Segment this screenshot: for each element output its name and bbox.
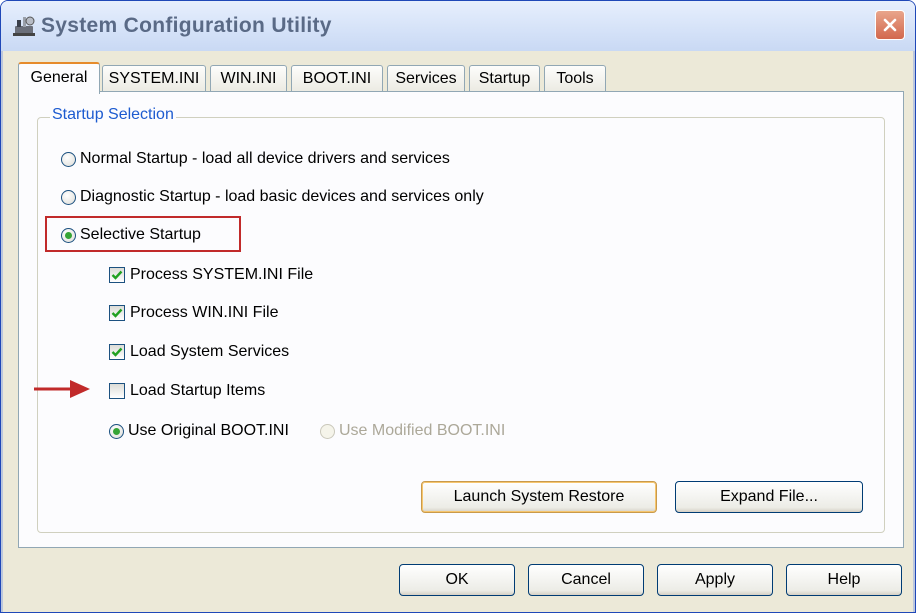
load-startup-items-label: Load Startup Items bbox=[130, 382, 266, 399]
expand-file-button[interactable]: Expand File... bbox=[675, 481, 863, 513]
tab-general[interactable]: General bbox=[18, 62, 100, 94]
load-system-services-label: Load System Services bbox=[130, 343, 290, 360]
checkmark-icon bbox=[111, 347, 123, 357]
process-win-ini-checkbox[interactable] bbox=[109, 305, 125, 321]
diagnostic-startup-option[interactable]: Diagnostic Startup - load basic devices … bbox=[61, 188, 484, 206]
use-modified-boot-ini-option: Use Modified BOOT.INI bbox=[320, 422, 505, 440]
normal-startup-label: Normal Startup - load all device drivers… bbox=[80, 150, 450, 167]
use-original-boot-ini-label: Use Original BOOT.INI bbox=[128, 422, 289, 439]
load-system-services-option[interactable]: Load System Services bbox=[109, 343, 289, 361]
general-tab-panel: Startup Selection Normal Startup - load … bbox=[18, 91, 904, 548]
load-system-services-checkbox[interactable] bbox=[109, 344, 125, 360]
load-startup-items-option[interactable]: Load Startup Items bbox=[109, 382, 265, 400]
diagnostic-startup-radio[interactable] bbox=[61, 189, 76, 205]
red-arrow-icon bbox=[34, 380, 90, 398]
process-system-ini-option[interactable]: Process SYSTEM.INI File bbox=[109, 266, 313, 284]
normal-startup-radio[interactable] bbox=[61, 151, 76, 167]
tab-win-ini[interactable]: WIN.INI bbox=[210, 65, 287, 92]
checkmark-icon bbox=[111, 308, 123, 318]
use-modified-boot-ini-radio bbox=[320, 423, 335, 439]
tab-tools[interactable]: Tools bbox=[544, 65, 606, 92]
dialog-body: General SYSTEM.INI WIN.INI BOOT.INI Serv… bbox=[1, 51, 915, 612]
process-win-ini-label: Process WIN.INI File bbox=[130, 304, 279, 321]
help-button[interactable]: Help bbox=[786, 564, 902, 596]
process-win-ini-option[interactable]: Process WIN.INI File bbox=[109, 304, 278, 322]
apply-button[interactable]: Apply bbox=[657, 564, 773, 596]
startup-selection-group: Startup Selection Normal Startup - load … bbox=[37, 106, 885, 533]
startup-selection-title: Startup Selection bbox=[50, 106, 176, 124]
ok-button[interactable]: OK bbox=[399, 564, 515, 596]
diagnostic-startup-label: Diagnostic Startup - load basic devices … bbox=[80, 188, 484, 205]
tab-services[interactable]: Services bbox=[387, 65, 465, 92]
title-bar[interactable]: System Configuration Utility bbox=[1, 1, 915, 51]
use-modified-boot-ini-label: Use Modified BOOT.INI bbox=[339, 422, 506, 439]
load-startup-items-checkbox[interactable] bbox=[109, 383, 125, 399]
process-system-ini-label: Process SYSTEM.INI File bbox=[130, 266, 314, 283]
use-original-boot-ini-option[interactable]: Use Original BOOT.INI bbox=[109, 422, 289, 440]
system-configuration-window: System Configuration Utility General SYS… bbox=[0, 0, 916, 613]
use-original-boot-ini-radio[interactable] bbox=[109, 423, 124, 439]
tab-startup[interactable]: Startup bbox=[469, 65, 540, 92]
launch-system-restore-button[interactable]: Launch System Restore bbox=[421, 481, 657, 513]
window-title: System Configuration Utility bbox=[41, 14, 332, 37]
process-system-ini-checkbox[interactable] bbox=[109, 267, 125, 283]
checkmark-icon bbox=[111, 270, 123, 280]
msconfig-app-icon bbox=[13, 16, 35, 36]
close-button[interactable] bbox=[875, 10, 905, 40]
cancel-button[interactable]: Cancel bbox=[528, 564, 644, 596]
selective-startup-highlight bbox=[45, 216, 241, 252]
close-icon bbox=[883, 18, 897, 32]
normal-startup-option[interactable]: Normal Startup - load all device drivers… bbox=[61, 150, 450, 168]
tab-system-ini[interactable]: SYSTEM.INI bbox=[102, 65, 206, 92]
tab-boot-ini[interactable]: BOOT.INI bbox=[291, 65, 383, 92]
